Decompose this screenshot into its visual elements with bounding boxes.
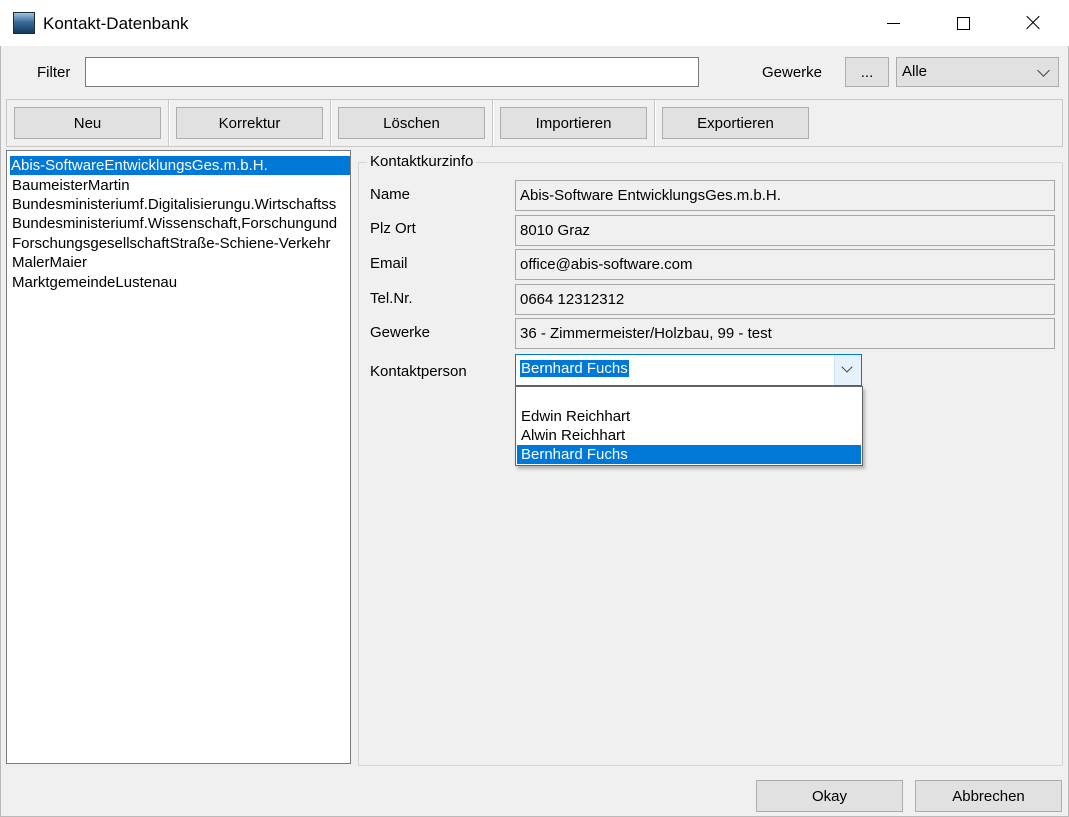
contact-person-dropdown-list[interactable]: Edwin Reichhart Alwin Reichhart Bernhard… [515, 386, 863, 466]
gewerke-browse-button[interactable]: ... [845, 57, 889, 87]
contact-person-dropdown-button[interactable] [834, 355, 861, 385]
dropdown-option-empty[interactable] [517, 388, 861, 407]
list-item[interactable]: ForschungsgesellschaftStraße-Schiene-Ver… [11, 234, 332, 253]
list-item[interactable]: Bundesministeriumf.Digitalisierungu.Wirt… [11, 195, 337, 214]
list-item[interactable]: Bundesministeriumf.Wissenschaft,Forschun… [11, 214, 338, 233]
minimize-button[interactable] [858, 0, 928, 46]
import-button-label: Importieren [535, 114, 612, 132]
gewerke-label: Gewerke [370, 324, 431, 341]
maximize-button[interactable] [928, 0, 998, 46]
chevron-down-icon [841, 361, 853, 373]
gewerke-value: 36 - Zimmermeister/Holzbau, 99 - test [515, 318, 1055, 349]
app-window-icon [13, 12, 35, 34]
filter-input[interactable] [85, 57, 699, 87]
email-label: Email [370, 255, 408, 272]
cancel-button-label: Abbrechen [952, 787, 1025, 805]
plz-ort-value: 8010 Graz [515, 215, 1055, 246]
export-button-label: Exportieren [697, 114, 774, 132]
new-button-label: Neu [73, 114, 102, 132]
import-button[interactable]: Importieren [500, 107, 647, 139]
edit-button[interactable]: Korrektur [176, 107, 323, 139]
maximize-icon [956, 16, 970, 30]
minimize-icon [886, 22, 900, 24]
plz-ort-label: Plz Ort [370, 220, 416, 237]
delete-button[interactable]: Löschen [338, 107, 485, 139]
ok-button-label: Okay [811, 787, 847, 805]
new-button[interactable]: Neu [14, 107, 161, 139]
list-item[interactable]: BaumeisterMartin [11, 176, 131, 195]
edit-button-label: Korrektur [218, 114, 281, 132]
contact-person-selected: Bernhard Fuchs [520, 360, 629, 377]
toolbar-separator [492, 100, 494, 146]
list-item[interactable]: MalerMaier [11, 253, 88, 272]
gewerke-browse-label: ... [860, 63, 874, 81]
dropdown-option[interactable]: Edwin Reichhart [517, 407, 861, 426]
gewerke-select[interactable]: Alle [896, 57, 1059, 87]
list-item[interactable]: MarktgemeindeLustenau [11, 273, 178, 292]
contact-info-title: Kontaktkurzinfo [367, 153, 477, 170]
chevron-down-icon [1037, 64, 1050, 77]
dropdown-option[interactable]: Alwin Reichhart [517, 426, 861, 445]
toolbar-separator [168, 100, 170, 146]
toolbar-separator [654, 100, 656, 146]
close-button[interactable] [998, 0, 1068, 46]
gewerke-selected-value: Alle [902, 63, 928, 80]
title-bar[interactable]: Kontakt-Datenbank [0, 0, 1069, 46]
dropdown-option-selected[interactable]: Bernhard Fuchs [517, 445, 861, 464]
export-button[interactable]: Exportieren [662, 107, 809, 139]
gewerke-filter-label: Gewerke [762, 64, 823, 81]
delete-button-label: Löschen [383, 114, 440, 132]
name-label: Name [370, 186, 411, 203]
toolbar-separator [330, 100, 332, 146]
filter-label: Filter [37, 64, 71, 81]
ok-button[interactable]: Okay [756, 780, 903, 812]
cancel-button[interactable]: Abbrechen [915, 780, 1062, 812]
contact-list[interactable]: Abis-SoftwareEntwicklungsGes.m.b.H. Baum… [6, 150, 351, 764]
email-value: office@abis-software.com [515, 249, 1055, 280]
contact-person-label: Kontaktperson [370, 363, 467, 380]
close-icon [1025, 15, 1041, 31]
tel-label: Tel.Nr. [370, 290, 413, 307]
tel-value: 0664 12312312 [515, 284, 1055, 315]
window-title: Kontakt-Datenbank [43, 14, 189, 33]
list-item[interactable]: Abis-SoftwareEntwicklungsGes.m.b.H. [10, 156, 350, 175]
name-value: Abis-Software EntwicklungsGes.m.b.H. [515, 180, 1055, 211]
contact-person-combobox[interactable]: Bernhard Fuchs [515, 354, 862, 386]
